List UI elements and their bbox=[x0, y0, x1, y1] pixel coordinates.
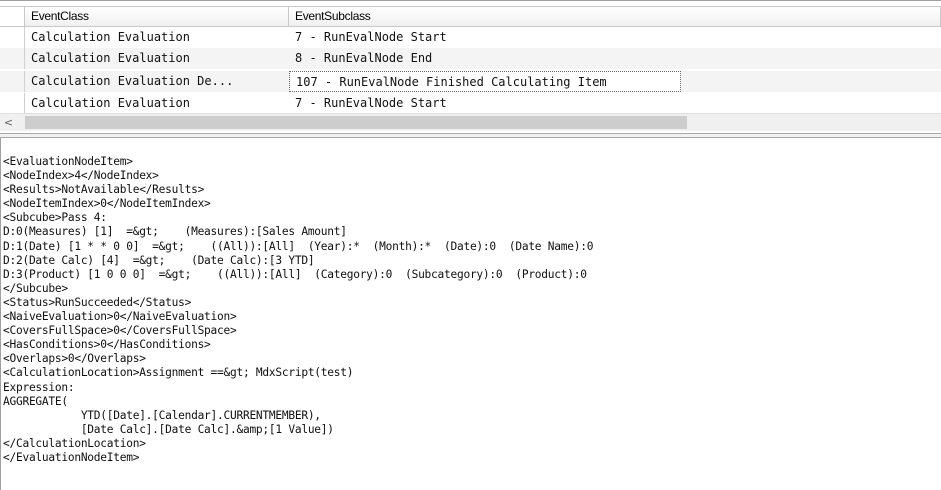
row-header[interactable] bbox=[0, 93, 25, 113]
table-row[interactable]: Calculation Evaluation 7 - RunEvalNode S… bbox=[0, 93, 941, 113]
grid-corner-cell bbox=[0, 6, 25, 27]
detail-line: D:2(Date Calc) [4] =&gt; (Date Calc):[3 … bbox=[3, 253, 315, 267]
eventclass-cell[interactable]: Calculation Evaluation bbox=[25, 27, 289, 48]
column-header-eventclass[interactable]: EventClass bbox=[25, 6, 289, 27]
detail-line: </EvaluationNodeItem> bbox=[3, 450, 140, 464]
detail-line: <EvaluationNodeItem> bbox=[3, 155, 133, 168]
eventsubclass-cell[interactable]: 8 - RunEvalNode End bbox=[289, 48, 941, 69]
detail-line: [Date Calc].[Date Calc].&amp;[1 Value]) bbox=[3, 422, 334, 436]
detail-line: D:0(Measures) [1] =&gt; (Measures):[Sale… bbox=[3, 225, 347, 239]
detail-line: D:1(Date) [1 * * 0 0] =&gt; ((All)):[All… bbox=[3, 239, 594, 253]
detail-line: D:3(Product) [1 0 0 0] =&gt; ((All)):[Al… bbox=[3, 267, 587, 281]
detail-line: <Overlaps>0</Overlaps> bbox=[3, 352, 146, 366]
eventsubclass-cell[interactable]: 7 - RunEvalNode Start bbox=[289, 93, 941, 113]
table-row[interactable]: Calculation Evaluation 7 - RunEvalNode S… bbox=[0, 27, 941, 48]
row-header[interactable] bbox=[0, 71, 25, 92]
table-row-selected[interactable]: Calculation Evaluation De... 107 - RunEv… bbox=[0, 71, 941, 92]
detail-line: YTD([Date].[Calendar].CURRENTMEMBER), bbox=[3, 408, 321, 422]
detail-line: <Results>NotAvailable</Results> bbox=[3, 183, 205, 197]
detail-line: <Subcube>Pass 4: bbox=[3, 211, 107, 225]
detail-line: <HasConditions>0</HasConditions> bbox=[3, 338, 211, 352]
detail-line: </CalculationLocation> bbox=[3, 436, 146, 450]
table-row[interactable]: Calculation Evaluation 8 - RunEvalNode E… bbox=[0, 48, 941, 69]
eventclass-cell[interactable]: Calculation Evaluation De... bbox=[25, 71, 289, 92]
detail-line: </Subcube> bbox=[3, 281, 68, 295]
detail-line: Expression: bbox=[3, 380, 75, 394]
detail-line: AGGREGATE( bbox=[3, 394, 68, 408]
row-header[interactable] bbox=[0, 48, 25, 69]
horizontal-scrollbar[interactable]: < bbox=[0, 113, 941, 131]
eventsubclass-cell-focused[interactable]: 107 - RunEvalNode Finished Calculating I… bbox=[289, 71, 681, 92]
event-detail-text: <EvaluationNodeItem> <NodeIndex>4</NodeI… bbox=[1, 138, 941, 465]
eventsubclass-cell[interactable]: 7 - RunEvalNode Start bbox=[289, 27, 941, 48]
scroll-left-arrow-icon[interactable]: < bbox=[0, 114, 17, 131]
event-detail-text-pane[interactable]: <EvaluationNodeItem> <NodeIndex>4</NodeI… bbox=[0, 138, 941, 490]
grid-header: EventClass EventSubclass bbox=[0, 6, 941, 27]
detail-line: <CalculationLocation>Assignment ==&gt; M… bbox=[3, 366, 354, 380]
eventclass-cell[interactable]: Calculation Evaluation bbox=[25, 93, 289, 113]
detail-line: <NodeIndex>4</NodeIndex> bbox=[3, 169, 159, 183]
detail-line: <Status>RunSucceeded</Status> bbox=[3, 295, 192, 309]
column-header-eventsubclass[interactable]: EventSubclass bbox=[289, 6, 941, 27]
detail-line: <NodeItemIndex>0</NodeItemIndex> bbox=[3, 197, 211, 211]
scrollbar-thumb[interactable] bbox=[25, 116, 687, 129]
eventclass-cell[interactable]: Calculation Evaluation bbox=[25, 48, 289, 69]
detail-line: <NaiveEvaluation>0</NaiveEvaluation> bbox=[3, 310, 237, 324]
detail-line: <CoversFullSpace>0</CoversFullSpace> bbox=[3, 324, 237, 338]
trace-events-grid[interactable]: EventClass EventSubclass Calculation Eva… bbox=[0, 0, 941, 133]
row-header[interactable] bbox=[0, 27, 25, 48]
